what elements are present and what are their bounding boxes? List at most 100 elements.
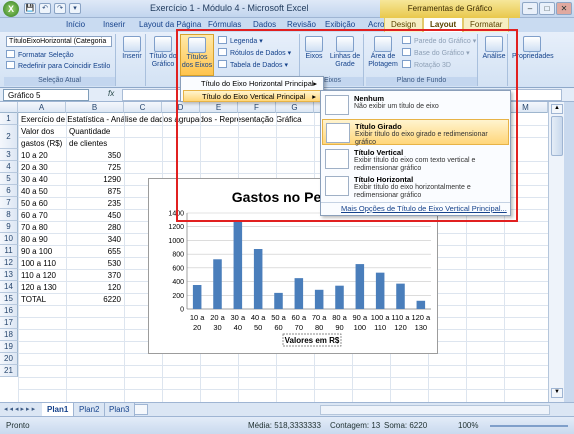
cell-count-value[interactable]: 280	[66, 222, 121, 234]
cell-b2-line2: de clientes	[69, 139, 108, 148]
x-axis-title: Valores em R$	[285, 336, 340, 345]
cell-count-value[interactable]: 6220	[66, 294, 121, 306]
x-tick-label: 70 a	[312, 313, 327, 322]
col-header[interactable]: A	[18, 102, 66, 113]
cell-count-value[interactable]: 1290	[66, 174, 121, 186]
bar	[375, 272, 385, 309]
x-tick-label: 10 a	[190, 313, 205, 322]
bar	[335, 285, 344, 309]
scroll-up-icon[interactable]: ▲	[551, 104, 563, 114]
highlight-box	[176, 29, 518, 222]
group-label-selecao: Seleção Atual	[4, 77, 115, 86]
cell-count-value[interactable]: 350	[66, 150, 121, 162]
x-tick-label: 20 a	[210, 313, 225, 322]
cell-range-label[interactable]: TOTAL	[21, 294, 46, 306]
title-bar: X 💾 ↶ ↷ ▾ Exercício 1 - Módulo 4 - Micro…	[0, 0, 574, 18]
minimize-button[interactable]: –	[522, 2, 538, 15]
cell-range-label[interactable]: 70 a 80	[21, 222, 48, 234]
x-tick-label: 30 a	[231, 313, 246, 322]
cell-count-value[interactable]: 340	[66, 234, 121, 246]
cell-range-label[interactable]: 50 a 60	[21, 198, 48, 210]
cell-count-value[interactable]: 370	[66, 270, 121, 282]
x-tick-label: 60 a	[292, 313, 307, 322]
chart-elements-dropdown[interactable]: TítuloEixoHorizontal (Categoria	[6, 36, 112, 47]
sheet-tab-plan2[interactable]: Plan2	[74, 403, 106, 416]
bar	[253, 249, 263, 309]
chart-title-button[interactable]: Título do Gráfico	[148, 36, 178, 69]
sheet-tab-plan3[interactable]: Plan3	[104, 403, 136, 416]
cell-range-label[interactable]: 30 a 40	[21, 174, 48, 186]
undo-icon[interactable]: ↶	[39, 3, 51, 14]
sheet-nav-icon[interactable]: ◂◂◂▸▸▸	[4, 405, 37, 413]
col-header[interactable]: B	[66, 102, 124, 113]
close-button[interactable]: ✕	[556, 2, 572, 15]
redo-icon[interactable]: ↷	[54, 3, 66, 14]
window-title: Exercício 1 - Módulo 4 - Microsoft Excel	[150, 3, 309, 13]
y-tick-label: 0	[180, 307, 184, 314]
group-selecao-atual: TítuloEixoHorizontal (Categoria Formatar…	[4, 34, 116, 86]
x-tick-label: 110	[374, 323, 386, 332]
x-tick-label: 60	[274, 323, 282, 332]
horizontal-scrollbar[interactable]	[320, 405, 550, 415]
cell-range-label[interactable]: 10 a 20	[21, 150, 48, 162]
cell-range-label[interactable]: 110 a 120	[21, 270, 56, 282]
zoom-slider[interactable]	[490, 425, 568, 427]
cell-a2-line2: gastos (R$)	[21, 139, 63, 148]
group-propriedades: Propriedades	[512, 34, 554, 86]
cell-count-value[interactable]: 875	[66, 186, 121, 198]
name-box[interactable]: Gráfico 5	[3, 89, 89, 101]
sheet-tab-plan1[interactable]: Plan1	[42, 403, 75, 416]
cell-count-value[interactable]: 235	[66, 198, 121, 210]
x-tick-label: 130	[415, 323, 428, 332]
cell-count-value[interactable]: 655	[66, 246, 121, 258]
scroll-down-icon[interactable]: ▼	[551, 388, 563, 398]
cell-range-label[interactable]: 120 a 130	[21, 282, 57, 294]
select-all-corner[interactable]	[0, 102, 18, 113]
insert-sheet-icon[interactable]	[134, 404, 148, 415]
customize-toolbar-icon[interactable]: ▾	[69, 3, 81, 14]
cell-range-label[interactable]: 90 a 100	[21, 246, 52, 258]
x-tick-label: 20	[193, 323, 201, 332]
bar	[192, 285, 202, 309]
x-tick-label: 100 a	[371, 313, 391, 322]
cell-count-value[interactable]: 450	[66, 210, 121, 222]
cell-range-label[interactable]: 100 a 110	[21, 258, 56, 270]
chart-title-icon	[154, 36, 172, 52]
cell-count-value[interactable]: 120	[66, 282, 121, 294]
format-selection-button[interactable]: Formatar Seleção	[6, 50, 74, 60]
properties-button[interactable]: Propriedades	[512, 36, 554, 61]
group-inserir: Inserir	[118, 34, 146, 86]
tab-inserir[interactable]: Inserir	[103, 18, 125, 32]
status-mode: Pronto	[6, 421, 30, 430]
scroll-thumb[interactable]	[551, 116, 563, 156]
zoom-level[interactable]: 100%	[458, 421, 478, 430]
cell-range-label[interactable]: 40 a 50	[21, 186, 48, 198]
cell-range-label[interactable]: 20 a 30	[21, 162, 48, 174]
col-header[interactable]: C	[124, 102, 162, 113]
tab-inicio[interactable]: Início	[66, 18, 85, 32]
x-tick-label: 120 a	[411, 313, 431, 322]
x-tick-label: 110 a	[391, 313, 410, 322]
office-button[interactable]: X	[3, 1, 19, 17]
grid-line	[18, 389, 548, 390]
cell-range-label[interactable]: 80 a 90	[21, 234, 48, 246]
bar	[213, 259, 222, 309]
x-tick-label: 80 a	[332, 313, 347, 322]
y-tick-label: 400	[172, 279, 184, 286]
bar	[294, 278, 304, 309]
insert-button[interactable]: Inserir	[119, 36, 145, 61]
status-bar: Pronto Média: 518,3333333 Contagem: 13 S…	[0, 416, 574, 434]
fx-icon[interactable]: fx	[108, 89, 114, 98]
vertical-scrollbar[interactable]: ▲ ▼	[548, 102, 564, 402]
x-tick-label: 40	[234, 323, 242, 332]
save-icon[interactable]: 💾	[24, 3, 36, 14]
maximize-button[interactable]: □	[539, 2, 555, 15]
x-tick-label: 80	[315, 323, 323, 332]
x-tick-label: 70	[295, 323, 303, 332]
cell-range-label[interactable]: 60 a 70	[21, 210, 48, 222]
x-tick-label: 90	[335, 323, 343, 332]
x-tick-label: 50	[254, 323, 262, 332]
reset-style-button[interactable]: Redefinir para Coincidir Estilo	[6, 61, 110, 71]
cell-count-value[interactable]: 725	[66, 162, 121, 174]
cell-count-value[interactable]: 530	[66, 258, 121, 270]
